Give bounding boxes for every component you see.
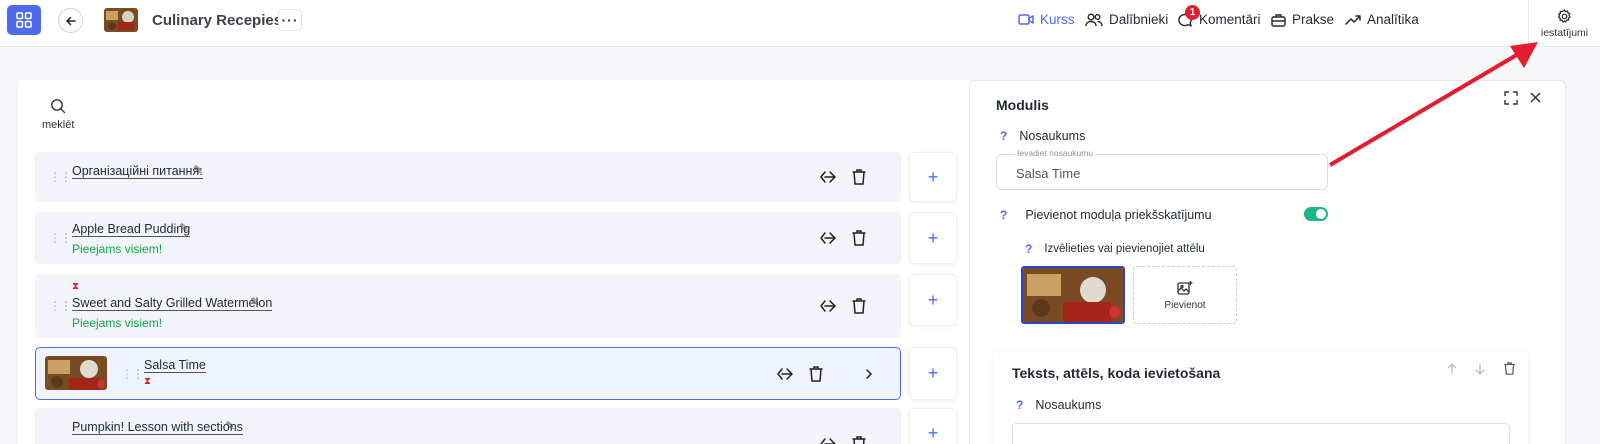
drag-handle-icon[interactable]: ⋮⋮ — [49, 300, 72, 312]
preview-toggle[interactable] — [1304, 207, 1328, 221]
trash-icon[interactable] — [808, 365, 824, 383]
add-lesson-button[interactable]: + — [909, 212, 957, 264]
trash-icon[interactable] — [851, 168, 867, 186]
move-icon[interactable] — [819, 168, 837, 186]
help-icon[interactable]: ? — [1000, 129, 1007, 143]
lesson-row[interactable]: ⋮⋮ ⧗ Sweet and Salty Grilled Watermelon … — [35, 274, 901, 338]
nav-dalibnieki[interactable]: Dalībnieki — [1085, 12, 1168, 27]
lesson-title[interactable]: Salsa Time — [144, 358, 206, 373]
module-name-input[interactable]: Ievadiet nosaukumu Salsa Time — [996, 148, 1328, 190]
lesson-title[interactable]: Pumpkin! Lesson with sections — [72, 420, 243, 435]
pencil-icon[interactable]: ✎ — [250, 295, 260, 309]
settings-button[interactable]: iestatījumi — [1528, 0, 1600, 47]
trash-icon[interactable] — [851, 297, 867, 315]
add-lesson-button[interactable]: + — [909, 408, 957, 444]
move-icon[interactable] — [819, 297, 837, 315]
nav-analitika-label: Analītika — [1367, 12, 1419, 27]
nav-prakse-label: Prakse — [1292, 12, 1335, 27]
lesson-title[interactable]: Apple Bread Pudding — [72, 222, 191, 237]
lesson-title[interactable]: Sweet and Salty Grilled Watermelon — [72, 296, 273, 311]
nav-prakse[interactable]: Prakse — [1271, 12, 1334, 27]
add-image-label: Pievienot — [1164, 299, 1206, 311]
section-title: Teksts, attēls, koda ievietošana — [1012, 365, 1221, 381]
trend-icon — [1345, 14, 1361, 25]
move-icon[interactable] — [819, 435, 837, 444]
name-value[interactable]: Salsa Time — [1016, 166, 1080, 181]
settings-label: iestatījumi — [1540, 26, 1589, 39]
comments-badge: 1 — [1185, 4, 1200, 20]
trash-icon[interactable] — [851, 435, 867, 444]
nav-kurss-label: Kurss — [1040, 12, 1075, 27]
top-bar: Culinary Recepies ··· Kurss Dalībnieki 1… — [0, 0, 1600, 47]
lesson-row-selected[interactable]: ⋮⋮ Salsa Time ⧗ — [35, 347, 901, 400]
arrow-down-icon[interactable] — [1475, 363, 1485, 375]
help-icon[interactable]: ? — [1025, 242, 1032, 256]
gear-icon — [1557, 8, 1571, 23]
grid-icon — [16, 12, 32, 28]
pencil-icon[interactable]: ✎ — [179, 221, 189, 235]
apps-grid-button[interactable] — [7, 5, 41, 35]
drag-handle-icon[interactable]: ⋮⋮ — [49, 232, 72, 244]
lesson-title[interactable]: Організаційні питання: — [72, 164, 203, 179]
close-icon[interactable] — [1530, 92, 1541, 103]
nav-analitika[interactable]: Analītika — [1345, 12, 1419, 27]
lesson-row[interactable]: ⋮⋮ Apple Bread Pudding ✎ Pieejams visiem… — [35, 212, 901, 264]
arrow-left-icon — [65, 16, 76, 25]
chevron-right-icon[interactable] — [864, 365, 874, 383]
lesson-row[interactable]: Pumpkin! Lesson with sections ✎ — [35, 408, 901, 444]
image-plus-icon — [1177, 280, 1193, 295]
add-lesson-button[interactable]: + — [909, 152, 957, 202]
search-button[interactable]: meklēt — [42, 98, 74, 131]
move-icon[interactable] — [819, 229, 837, 247]
availability-label: Pieejams visiem! — [72, 242, 163, 256]
selected-image[interactable] — [1021, 266, 1125, 324]
trash-icon[interactable] — [1503, 361, 1516, 376]
module-title: Modulis — [996, 97, 1049, 113]
hourglass-icon: ⧗ — [144, 376, 152, 387]
add-image-button[interactable]: Pievienot — [1133, 266, 1237, 324]
drag-handle-icon[interactable]: ⋮⋮ — [49, 171, 72, 183]
briefcase-icon — [1271, 13, 1286, 27]
search-label: meklēt — [42, 119, 75, 131]
pencil-icon[interactable]: ✎ — [225, 419, 235, 433]
arrow-up-icon[interactable] — [1447, 362, 1457, 375]
course-title: Culinary Recepies — [152, 12, 283, 29]
nav-komentari[interactable]: 1 Komentāri — [1177, 4, 1261, 27]
more-options-button[interactable]: ··· — [278, 9, 302, 31]
hourglass-icon: ⧗ — [72, 281, 80, 292]
nav-kurss[interactable]: Kurss — [1018, 12, 1075, 27]
course-thumbnail — [104, 8, 138, 32]
availability-label: Pieejams visiem! — [72, 316, 163, 330]
add-lesson-button[interactable]: + — [909, 274, 957, 326]
lesson-thumbnail — [45, 356, 107, 390]
pencil-icon[interactable]: ✎ — [193, 163, 203, 177]
section-name-input[interactable] — [1012, 423, 1510, 444]
move-icon[interactable] — [776, 365, 794, 383]
search-icon — [51, 99, 66, 114]
preview-label: ? Pievienot moduļa priekšskatījumu — [1000, 208, 1212, 222]
users-icon — [1085, 13, 1103, 26]
section-name-label: ? Nosaukums — [1016, 398, 1102, 412]
name-placeholder: Ievadiet nosaukumu — [1015, 148, 1096, 158]
nav-komentari-label: Komentāri — [1199, 12, 1261, 27]
lessons-panel: meklēt ⋮⋮ Організаційні питання: ✎ + ⋮⋮ … — [18, 80, 976, 444]
help-icon[interactable]: ? — [1016, 398, 1023, 412]
nav-dalibnieki-label: Dalībnieki — [1109, 12, 1169, 27]
lesson-row[interactable]: ⋮⋮ Організаційні питання: ✎ — [35, 152, 901, 202]
back-button[interactable] — [58, 8, 83, 33]
module-panel: Modulis ? Nosaukums Ievadiet nosaukumu S… — [969, 80, 1566, 444]
trash-icon[interactable] — [851, 229, 867, 247]
video-icon — [1018, 14, 1034, 25]
help-icon[interactable]: ? — [1000, 208, 1007, 222]
content-section-card: Teksts, attēls, koda ievietošana ? Nosau… — [994, 351, 1528, 444]
drag-handle-icon[interactable]: ⋮⋮ — [121, 368, 144, 380]
add-lesson-button[interactable]: + — [909, 347, 957, 400]
expand-icon[interactable] — [1504, 91, 1518, 105]
name-field-label: ? Nosaukums — [1000, 129, 1086, 143]
image-label: ? Izvēlieties vai pievienojiet attēlu — [1025, 242, 1205, 256]
